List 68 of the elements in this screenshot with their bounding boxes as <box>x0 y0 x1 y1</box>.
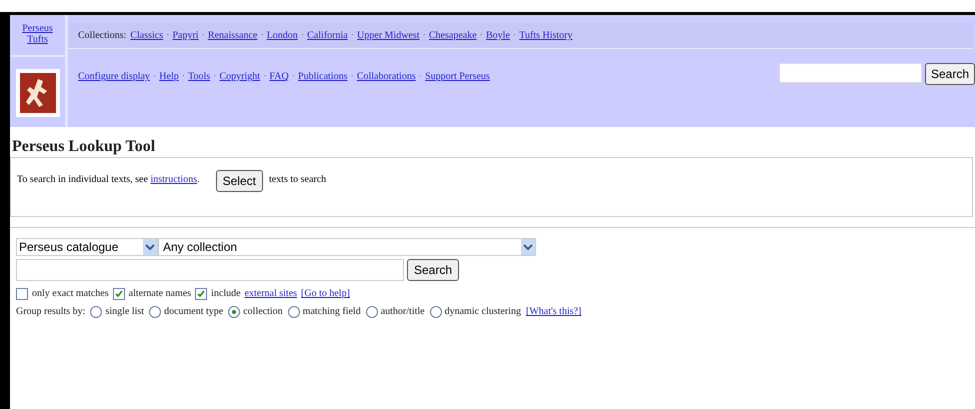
lookup-search-button[interactable]: Search <box>407 259 460 281</box>
checkbox-label: alternate names <box>128 287 192 301</box>
radio-button[interactable] <box>430 306 442 318</box>
radio-button[interactable] <box>366 306 378 318</box>
radio-button[interactable] <box>149 306 162 318</box>
checkbox-label: only exact matches <box>32 287 109 301</box>
collection-link[interactable]: Boyle <box>486 28 510 43</box>
separator-dot: · <box>260 29 264 43</box>
catalogue-dropdown[interactable]: Perseus catalogue <box>16 238 158 256</box>
collection-link[interactable]: Chesapeake <box>428 28 477 43</box>
collection-link[interactable]: California <box>307 28 348 43</box>
separator-dot: · <box>152 70 156 84</box>
instructions-link[interactable]: instructions <box>150 174 198 185</box>
select-button[interactable]: Select <box>216 170 263 192</box>
instruction-text: To search in individual texts, see instructions. <box>17 173 200 187</box>
separator-dot: · <box>350 70 354 84</box>
checkbox[interactable] <box>16 288 28 300</box>
collection-link[interactable]: Upper Midwest <box>357 28 420 43</box>
separator-dot: · <box>182 70 186 84</box>
page-title: Perseus Lookup Tool <box>11 137 156 157</box>
radio-button[interactable] <box>288 306 300 318</box>
collection-dropdown[interactable]: Any collection <box>158 238 536 256</box>
separator-dot: · <box>202 29 205 43</box>
nav-link[interactable]: Publications <box>298 69 348 84</box>
radio-button[interactable] <box>90 306 102 318</box>
checkbox[interactable] <box>112 288 125 300</box>
separator-dot: · <box>300 29 304 43</box>
separator-dot: · <box>512 29 516 43</box>
logo-icon[interactable] <box>16 69 60 117</box>
radio-button[interactable] <box>228 306 240 318</box>
radio-label: collection <box>243 305 283 319</box>
radio-label: author/title <box>380 305 425 319</box>
nav-link[interactable]: Help <box>159 69 179 84</box>
site-search-field[interactable] <box>778 63 922 83</box>
home-link[interactable]: Perseus Tufts <box>18 23 58 51</box>
separator-dot: · <box>292 70 296 84</box>
separator-dot: · <box>480 29 483 43</box>
separator-dot: · <box>422 29 426 43</box>
collection-link[interactable]: London <box>266 28 298 43</box>
collection-link[interactable]: Renaissance <box>208 28 258 43</box>
separator-dot: · <box>263 70 266 84</box>
radio-label: single list <box>105 305 144 319</box>
whats-this-link[interactable]: [What's this?] <box>526 304 582 319</box>
separator-dot: · <box>350 29 354 43</box>
collection-link[interactable]: Papyri <box>172 28 199 43</box>
group-label: Group results by: <box>16 305 86 319</box>
checkbox-label: include <box>211 287 241 301</box>
site-search-button[interactable]: Search <box>924 63 975 85</box>
nav-link[interactable]: Tools <box>188 69 210 84</box>
external-sites-link[interactable]: external sites <box>244 286 298 301</box>
nav-link[interactable]: Collaborations <box>356 69 416 84</box>
collection-link[interactable]: Tufts History <box>519 28 572 43</box>
radio-label: matching field <box>302 305 361 319</box>
nav-link[interactable]: FAQ <box>269 69 289 84</box>
lookup-search-field[interactable] <box>16 259 404 281</box>
separator-dot: · <box>418 70 422 84</box>
radio-label: document type <box>164 305 224 319</box>
nav-link[interactable]: Configure display <box>78 69 150 84</box>
nav-link[interactable]: Copyright <box>220 69 260 84</box>
separator-dot: · <box>213 70 217 84</box>
collection-link[interactable]: Classics <box>130 28 164 43</box>
nav-link[interactable]: Support Perseus <box>425 69 490 84</box>
collections-label: Collections: <box>78 29 126 43</box>
checkbox[interactable] <box>195 288 208 300</box>
instruction-text: texts to search <box>268 173 326 187</box>
help-link[interactable]: [Go to help] <box>301 286 350 301</box>
radio-label: dynamic clustering <box>444 305 521 319</box>
separator-dot: · <box>166 29 170 43</box>
